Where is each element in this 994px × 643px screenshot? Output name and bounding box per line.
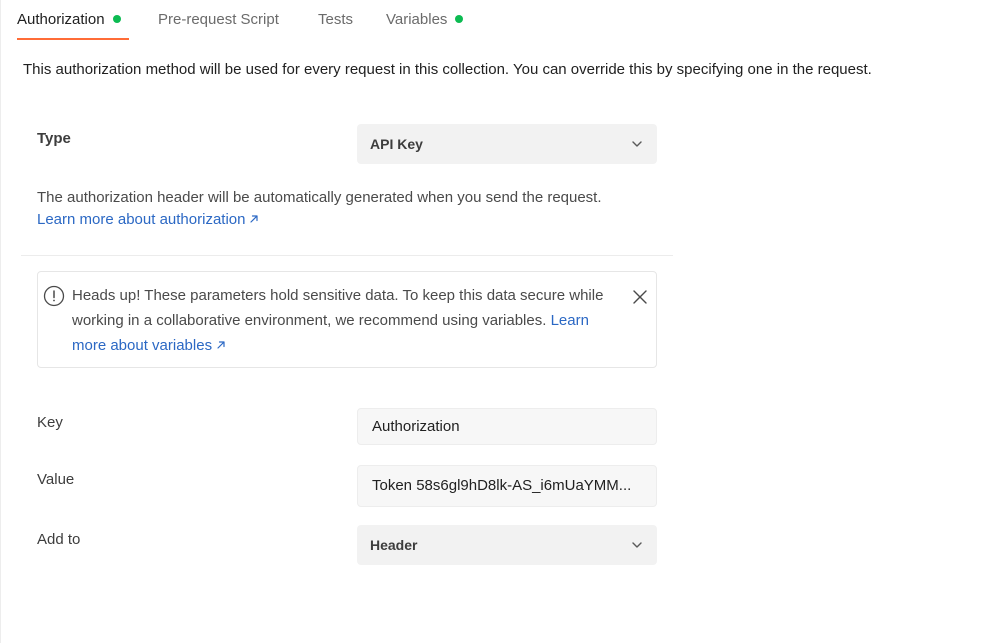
alert-message: Heads up! These parameters hold sensitiv…: [72, 283, 612, 358]
section-divider: [21, 255, 673, 256]
collection-authorization-panel: Authorization Pre-request Script Tests V…: [0, 0, 994, 643]
tab-pre-request-script-label: Pre-request Script: [158, 11, 279, 28]
add-to-select[interactable]: Header: [357, 525, 657, 565]
tab-variables-label: Variables: [386, 11, 448, 28]
tab-variables-indicator-dot: [455, 15, 464, 23]
key-input[interactable]: Authorization: [357, 408, 657, 445]
tab-pre-request-script[interactable]: Pre-request Script: [158, 0, 279, 40]
tab-authorization-label: Authorization: [17, 11, 105, 28]
auth-info-text: The authorization header will be automat…: [37, 189, 602, 206]
active-tab-underline: [17, 38, 129, 40]
value-input[interactable]: Token 58s6gl9hD8lk-AS_i6mUaYMM...: [357, 465, 657, 507]
close-icon[interactable]: [632, 289, 648, 305]
auth-info: The authorization header will be automat…: [37, 187, 602, 231]
auth-type-select-value: API Key: [370, 136, 423, 152]
auth-type-select[interactable]: API Key: [357, 124, 657, 164]
key-label: Key: [37, 414, 63, 431]
chevron-down-icon: [632, 542, 642, 548]
learn-more-authorization-link[interactable]: Learn more about authorization: [37, 211, 259, 228]
value-label: Value: [37, 471, 75, 488]
tab-tests-label: Tests: [318, 11, 354, 28]
add-to-label: Add to: [37, 531, 81, 548]
tab-tests[interactable]: Tests: [318, 0, 353, 40]
arrow-up-right-icon: [250, 215, 259, 223]
type-label: Type: [37, 130, 71, 147]
sensitive-data-alert: Heads up! These parameters hold sensitiv…: [37, 271, 657, 368]
tab-variables[interactable]: Variables: [386, 0, 464, 40]
tab-authorization[interactable]: Authorization: [17, 0, 121, 40]
alert-text: Heads up! These parameters hold sensitiv…: [72, 287, 604, 329]
add-to-select-value: Header: [370, 537, 418, 553]
chevron-down-icon: [632, 141, 642, 147]
exclamation-circle-icon: [43, 285, 65, 307]
arrow-up-right-icon: [217, 341, 225, 349]
learn-more-authorization-link-text: Learn more about authorization: [37, 211, 246, 228]
auth-description: This authorization method will be used f…: [23, 61, 872, 78]
tab-authorization-indicator-dot: [112, 15, 121, 23]
